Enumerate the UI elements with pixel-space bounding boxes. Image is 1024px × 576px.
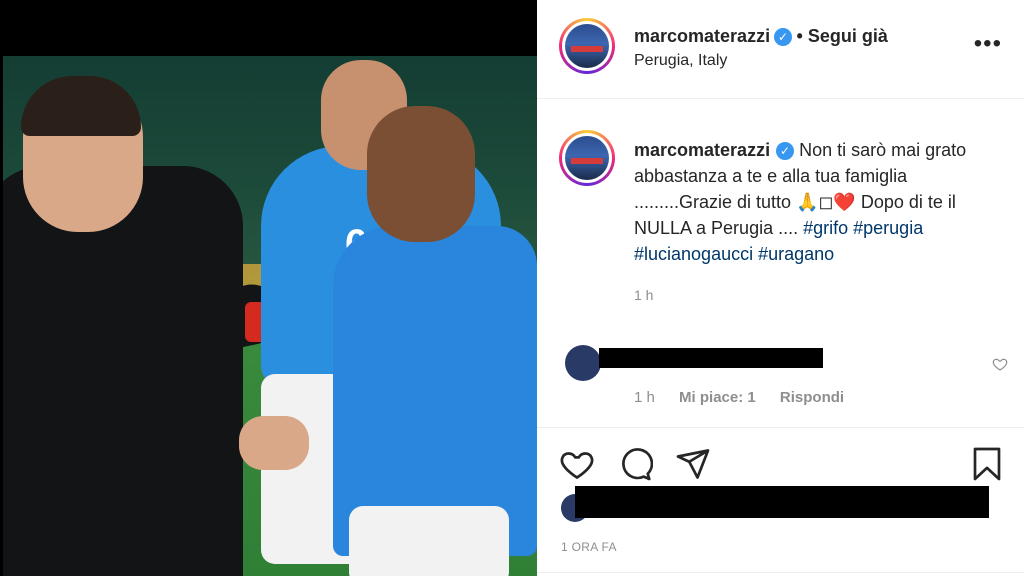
commenter-avatar[interactable]	[565, 345, 601, 381]
man-in-suit	[3, 166, 243, 576]
heart-icon[interactable]	[559, 446, 595, 482]
hashtag-link[interactable]: #perugia	[853, 218, 923, 238]
comment-icon[interactable]	[617, 446, 653, 482]
post-sidebar: marcomaterazzi ✓ • Segui già Perugia, Ita…	[537, 0, 1024, 576]
handshake	[239, 416, 309, 470]
comment-reply-button[interactable]: Rispondi	[780, 389, 844, 406]
caption-author-avatar[interactable]	[559, 130, 615, 186]
author-username[interactable]: marcomaterazzi	[634, 26, 770, 46]
author-line: marcomaterazzi ✓ • Segui già	[634, 26, 888, 47]
post-location[interactable]: Perugia, Italy	[634, 52, 727, 70]
more-options-icon[interactable]: •••	[974, 32, 1002, 56]
caption-emoji: 🙏◻❤️	[796, 192, 856, 212]
comment-meta: 1 h Mi piace: 1 Rispondi	[634, 389, 864, 406]
redacted-likes-text	[575, 486, 989, 518]
player-front-shorts	[349, 506, 509, 576]
post-time-ago[interactable]: 1 ORA FA	[561, 540, 617, 554]
comment-likes-count[interactable]: Mi piace: 1	[679, 389, 756, 406]
verified-badge-icon: ✓	[774, 28, 793, 46]
comment-like-heart-icon[interactable]	[992, 356, 1008, 372]
bookmark-icon[interactable]	[969, 446, 1005, 482]
hashtag-link[interactable]: #lucianogaucci	[634, 244, 753, 264]
post-caption: marcomaterazzi ✓ Non ti sarò mai grato ab…	[634, 137, 1006, 267]
comment-timestamp[interactable]: 1 h	[634, 389, 655, 406]
post-photo: 6	[3, 56, 537, 576]
caption-username[interactable]: marcomaterazzi	[634, 140, 770, 160]
verified-badge-icon: ✓	[776, 142, 795, 160]
divider	[537, 572, 1024, 573]
caption-timestamp[interactable]: 1 h	[634, 287, 653, 303]
hashtag-link[interactable]: #grifo	[803, 218, 848, 238]
author-avatar[interactable]	[559, 18, 615, 74]
following-status-button[interactable]: • Segui già	[797, 26, 888, 46]
post-media[interactable]: 6	[0, 0, 537, 576]
player-front-head	[367, 106, 475, 242]
post-header: marcomaterazzi ✓ • Segui già Perugia, Ita…	[537, 0, 1024, 99]
redacted-comment-text	[599, 348, 823, 368]
hashtag-link[interactable]: #uragano	[758, 244, 834, 264]
share-icon[interactable]	[675, 446, 711, 482]
